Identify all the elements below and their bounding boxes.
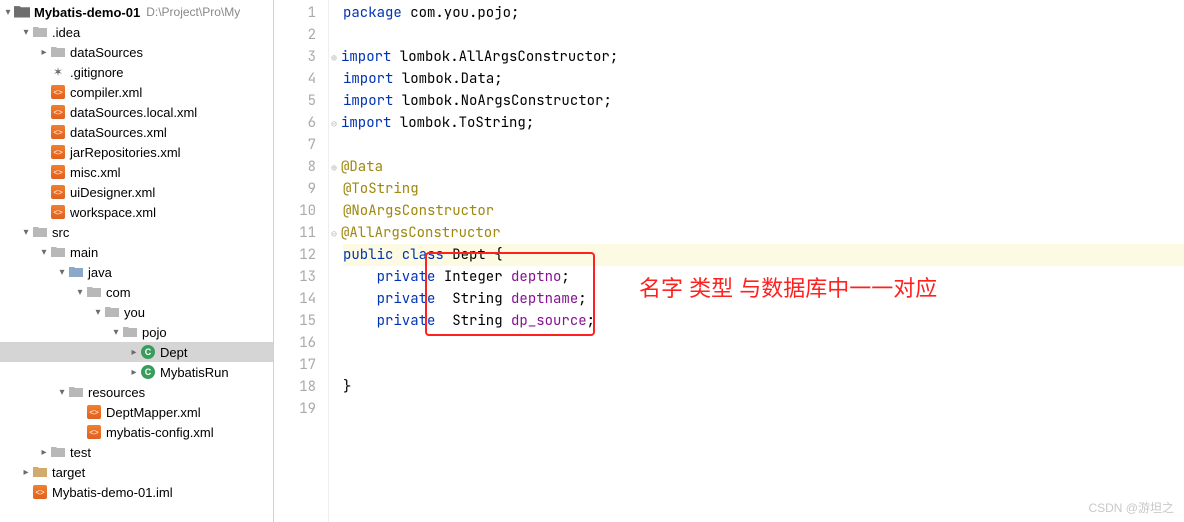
code-editor[interactable]: 12345678910111213141516171819 package co…	[274, 0, 1184, 522]
code-area[interactable]: package com.you.pojo; ⊕import lombok.All…	[329, 0, 1184, 522]
package-icon	[86, 284, 102, 300]
xml-file-icon: <>	[50, 184, 66, 200]
xml-file-icon: <>	[50, 164, 66, 180]
tree-item[interactable]: <> Mybatis-demo-01.iml	[0, 482, 273, 502]
folder-icon	[32, 224, 48, 240]
tree-main-folder[interactable]: main	[0, 242, 273, 262]
folder-icon	[14, 4, 30, 20]
tree-java-folder[interactable]: java	[0, 262, 273, 282]
tree-item[interactable]: dataSources	[0, 42, 273, 62]
tree-test-folder[interactable]: test	[0, 442, 273, 462]
tree-item[interactable]: ✶ .gitignore	[0, 62, 273, 82]
tree-target-folder[interactable]: target	[0, 462, 273, 482]
package-icon	[122, 324, 138, 340]
tree-class-mybatisrun[interactable]: C MybatisRun	[0, 362, 273, 382]
tree-item[interactable]: <> DeptMapper.xml	[0, 402, 273, 422]
chevron-right-icon[interactable]	[38, 47, 50, 58]
line-gutter: 12345678910111213141516171819	[274, 0, 329, 522]
chevron-down-icon[interactable]	[92, 307, 104, 318]
tree-item[interactable]: <> jarRepositories.xml	[0, 142, 273, 162]
xml-file-icon: <>	[50, 84, 66, 100]
tree-idea-folder[interactable]: .idea	[0, 22, 273, 42]
chevron-down-icon[interactable]	[20, 227, 32, 238]
chevron-down-icon[interactable]	[20, 27, 32, 38]
target-folder-icon	[32, 464, 48, 480]
folder-icon	[50, 444, 66, 460]
tree-package[interactable]: you	[0, 302, 273, 322]
chevron-down-icon[interactable]	[110, 327, 122, 338]
tree-package[interactable]: com	[0, 282, 273, 302]
tree-item[interactable]: <> misc.xml	[0, 162, 273, 182]
tree-item[interactable]: <> dataSources.local.xml	[0, 102, 273, 122]
watermark: CSDN @游坦之	[1088, 499, 1174, 516]
chevron-down-icon[interactable]	[74, 287, 86, 298]
tree-class-dept[interactable]: C Dept	[0, 342, 273, 362]
xml-file-icon: <>	[50, 104, 66, 120]
iml-file-icon: <>	[32, 484, 48, 500]
xml-file-icon: <>	[86, 424, 102, 440]
chevron-down-icon[interactable]	[56, 387, 68, 398]
xml-file-icon: <>	[50, 144, 66, 160]
source-folder-icon	[68, 264, 84, 280]
project-path: D:\Project\Pro\My	[146, 5, 240, 19]
class-icon: C	[140, 364, 156, 380]
tree-resources-folder[interactable]: resources	[0, 382, 273, 402]
tree-item[interactable]: <> workspace.xml	[0, 202, 273, 222]
chevron-down-icon[interactable]	[38, 247, 50, 258]
tree-src-folder[interactable]: src	[0, 222, 273, 242]
chevron-right-icon[interactable]	[20, 467, 32, 478]
chevron-right-icon[interactable]	[38, 447, 50, 458]
project-tree-panel[interactable]: Mybatis-demo-01 D:\Project\Pro\My .idea …	[0, 0, 274, 522]
project-name: Mybatis-demo-01	[34, 5, 140, 20]
tree-item[interactable]: <> uiDesigner.xml	[0, 182, 273, 202]
folder-icon	[50, 244, 66, 260]
package-icon	[104, 304, 120, 320]
tree-package[interactable]: pojo	[0, 322, 273, 342]
folder-icon	[32, 24, 48, 40]
chevron-down-icon[interactable]	[56, 267, 68, 278]
xml-file-icon: <>	[50, 204, 66, 220]
class-icon: C	[140, 344, 156, 360]
chevron-down-icon[interactable]	[2, 7, 14, 18]
chevron-right-icon[interactable]	[128, 367, 140, 378]
xml-file-icon: <>	[86, 404, 102, 420]
chevron-right-icon[interactable]	[128, 347, 140, 358]
tree-project-root[interactable]: Mybatis-demo-01 D:\Project\Pro\My	[0, 2, 273, 22]
gitignore-icon: ✶	[50, 64, 66, 80]
xml-file-icon: <>	[50, 124, 66, 140]
tree-item[interactable]: <> dataSources.xml	[0, 122, 273, 142]
resources-folder-icon	[68, 384, 84, 400]
tree-item[interactable]: <> compiler.xml	[0, 82, 273, 102]
folder-icon	[50, 44, 66, 60]
tree-item[interactable]: <> mybatis-config.xml	[0, 422, 273, 442]
